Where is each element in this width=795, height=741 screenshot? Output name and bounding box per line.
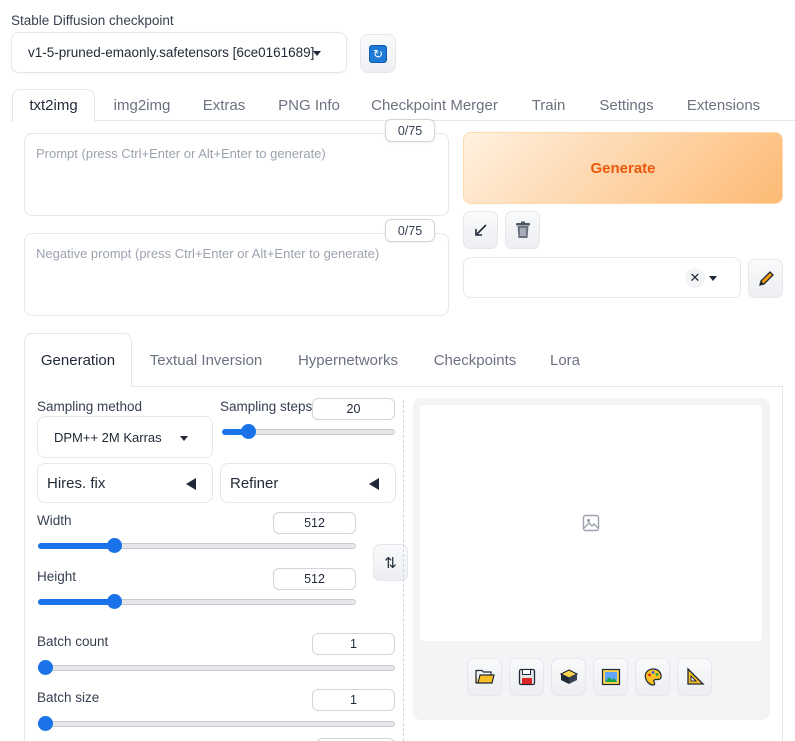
panel-border (24, 387, 25, 741)
swap-vertical-icon: ⇅ (384, 553, 397, 572)
negative-prompt-input[interactable]: Negative prompt (press Ctrl+Enter or Alt… (24, 233, 449, 316)
checkpoint-label: Stable Diffusion checkpoint (11, 13, 174, 28)
height-label: Height (37, 569, 77, 584)
batch-count-slider[interactable] (38, 660, 395, 676)
trash-icon (515, 221, 530, 238)
tab-extensions[interactable]: Extensions (678, 89, 769, 121)
read-generation-params-button[interactable] (463, 211, 498, 249)
save-button[interactable] (509, 658, 544, 696)
chevron-down-icon (313, 51, 321, 56)
batch-size-slider[interactable] (38, 716, 395, 732)
prompt-input[interactable]: Prompt (press Ctrl+Enter or Alt+Enter to… (24, 133, 449, 216)
styles-dropdown[interactable]: ✕ (463, 257, 741, 298)
tab-generation[interactable]: Generation (24, 333, 132, 388)
refiner-accordion[interactable]: Refiner (220, 463, 396, 503)
tab-extras[interactable]: Extras (193, 89, 255, 121)
checkpoint-dropdown[interactable]: v1-5-pruned-emaonly.safetensors [6ce0161… (11, 32, 347, 73)
batch-count-input[interactable]: 1 (312, 633, 395, 655)
panel-border (782, 387, 783, 741)
column-divider (403, 400, 404, 741)
height-slider[interactable] (38, 594, 356, 610)
image-icon (582, 514, 600, 532)
hires-fix-accordion[interactable]: Hires. fix (37, 463, 213, 503)
sampling-steps-slider[interactable] (222, 424, 395, 440)
sampling-method-dropdown[interactable]: DPM++ 2M Karras (37, 416, 213, 458)
pencil-icon (758, 270, 774, 286)
close-icon[interactable]: ✕ (685, 268, 705, 288)
zip-button[interactable] (551, 658, 586, 696)
open-folder-button[interactable] (467, 658, 502, 696)
height-input[interactable]: 512 (273, 568, 356, 590)
tab-checkpoints[interactable]: Checkpoints (424, 333, 526, 387)
negative-prompt-token-counter: 0/75 (385, 219, 435, 242)
tab-lora[interactable]: Lora (542, 333, 588, 387)
sampling-steps-input[interactable]: 20 (312, 398, 395, 420)
slider-thumb[interactable] (107, 594, 123, 609)
slider-thumb[interactable] (38, 716, 53, 731)
slider-thumb[interactable] (38, 660, 53, 675)
refiner-label: Refiner (230, 474, 279, 492)
generation-tab-bar: Generation Textual Inversion Hypernetwor… (24, 333, 783, 388)
slider-thumb[interactable] (240, 424, 256, 439)
send-to-inpaint-button[interactable] (635, 658, 670, 696)
width-input[interactable]: 512 (273, 512, 356, 534)
prompt-token-counter: 0/75 (385, 119, 435, 142)
palette-icon (644, 668, 662, 686)
width-label: Width (37, 513, 72, 528)
edit-styles-button[interactable] (748, 259, 783, 298)
tab-settings[interactable]: Settings (590, 89, 663, 121)
main-tab-bar: txt2img img2img Extras PNG Info Checkpoi… (11, 89, 795, 122)
collapse-arrow-icon (369, 478, 379, 490)
clear-prompt-button[interactable] (505, 211, 540, 249)
zip-icon (559, 669, 578, 684)
chevron-down-icon (180, 436, 188, 441)
refresh-icon: ↻ (369, 44, 387, 63)
sampling-steps-label: Sampling steps (220, 399, 313, 414)
tab-hypernetworks[interactable]: Hypernetworks (288, 333, 408, 387)
batch-size-label: Batch size (37, 690, 100, 705)
hires-fix-label: Hires. fix (47, 474, 106, 492)
chevron-down-icon (709, 276, 717, 281)
collapse-arrow-icon (186, 478, 196, 490)
generate-button[interactable]: Generate (463, 132, 783, 204)
batch-size-input[interactable]: 1 (312, 689, 395, 711)
sampling-method-value: DPM++ 2M Karras (54, 429, 162, 445)
batch-count-label: Batch count (37, 634, 109, 649)
tab-img2img[interactable]: img2img (103, 89, 181, 121)
sampling-method-label: Sampling method (37, 399, 143, 414)
tab-train[interactable]: Train (520, 89, 577, 121)
folder-icon (474, 669, 495, 684)
checkpoint-value: v1-5-pruned-emaonly.safetensors [6ce0161… (28, 45, 315, 60)
send-to-img2img-button[interactable] (593, 658, 628, 696)
picture-icon (601, 668, 620, 686)
arrow-diagonal-icon (474, 224, 487, 236)
refresh-checkpoints-button[interactable]: ↻ (360, 34, 396, 73)
send-to-extras-button[interactable] (677, 658, 712, 696)
slider-thumb[interactable] (107, 538, 123, 553)
width-slider[interactable] (38, 538, 356, 554)
triangle-ruler-icon (686, 667, 705, 685)
floppy-disk-icon (518, 668, 535, 686)
tab-textual-inversion[interactable]: Textual Inversion (140, 333, 272, 387)
tab-txt2img[interactable]: txt2img (12, 89, 95, 122)
tab-checkpoint-merger[interactable]: Checkpoint Merger (363, 89, 506, 121)
tab-png-info[interactable]: PNG Info (269, 89, 349, 121)
